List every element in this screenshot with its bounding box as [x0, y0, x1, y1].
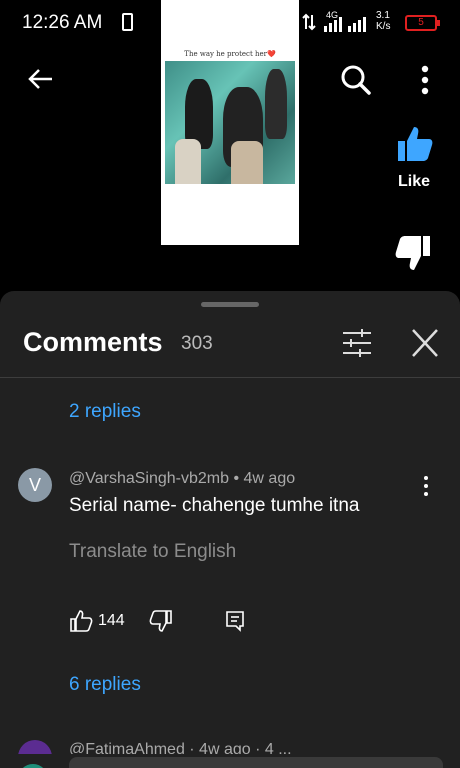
add-comment-input[interactable]: [69, 757, 443, 768]
comment-count: 303: [181, 333, 213, 354]
sliders-icon: [343, 329, 371, 357]
comment-time: 4w ago: [243, 470, 296, 487]
separator-dot: •: [233, 470, 244, 487]
view-replies-link[interactable]: 6 replies: [69, 674, 141, 696]
view-replies-link[interactable]: 2 replies: [69, 401, 141, 423]
close-icon: [412, 329, 438, 357]
like-button[interactable]: Like: [386, 124, 442, 202]
data-transfer-icon: [302, 12, 316, 37]
comment-menu-button[interactable]: [418, 473, 434, 499]
network-speed: 3.1 K/s: [376, 10, 390, 32]
dancer-figure: [265, 69, 287, 139]
thumbs-up-icon: [398, 127, 433, 161]
comment-text: Serial name- chahenge tumhe itna: [69, 495, 360, 516]
like-label: Like: [397, 173, 430, 190]
status-time: 12:26 AM: [22, 12, 103, 33]
signal-icon: [322, 16, 370, 37]
back-button[interactable]: [24, 62, 58, 96]
speed-value: 3.1: [376, 10, 390, 21]
thumbs-down-icon: [395, 236, 430, 270]
drag-handle[interactable]: [201, 302, 259, 307]
video-frame: [165, 61, 295, 184]
comment-like-button[interactable]: [69, 609, 93, 633]
sort-filter-button[interactable]: [340, 327, 374, 359]
comment-author[interactable]: @VarshaSingh-vb2mb: [69, 470, 229, 487]
speed-unit: K/s: [376, 21, 391, 32]
translate-button[interactable]: Translate to English: [69, 541, 236, 563]
video-caption: The way he protect her❤️: [184, 50, 276, 58]
avatar[interactable]: V: [18, 468, 52, 502]
search-icon: [341, 65, 371, 95]
more-options-button[interactable]: [414, 62, 436, 98]
dancer-dress: [175, 139, 201, 184]
comments-sheet: Comments 303 2 replies V @VarshaSingh-vb…: [0, 291, 460, 768]
dislike-button[interactable]: [386, 232, 442, 292]
thumbs-down-outline-icon: [149, 610, 172, 632]
comment-author-line: @VarshaSingh-vb2mb • 4w ago: [69, 470, 295, 488]
more-vert-icon: [421, 65, 429, 95]
video-thumbnail[interactable]: The way he protect her❤️: [161, 0, 299, 245]
dancer-dress: [231, 141, 263, 184]
more-vert-icon: [424, 476, 428, 496]
reply-comment-icon: [226, 611, 244, 632]
divider: [0, 377, 460, 378]
arrow-left-icon: [28, 69, 52, 89]
close-button[interactable]: [408, 327, 442, 359]
comment-reply-button[interactable]: [223, 609, 247, 633]
comment-like-count: 144: [98, 612, 125, 629]
battery-icon: 5: [405, 15, 440, 31]
search-button[interactable]: [338, 62, 374, 98]
comments-title: Comments: [23, 327, 163, 357]
thumbs-up-outline-icon: [70, 610, 93, 632]
comment-dislike-button[interactable]: [149, 609, 173, 633]
phone-icon: [122, 13, 133, 31]
